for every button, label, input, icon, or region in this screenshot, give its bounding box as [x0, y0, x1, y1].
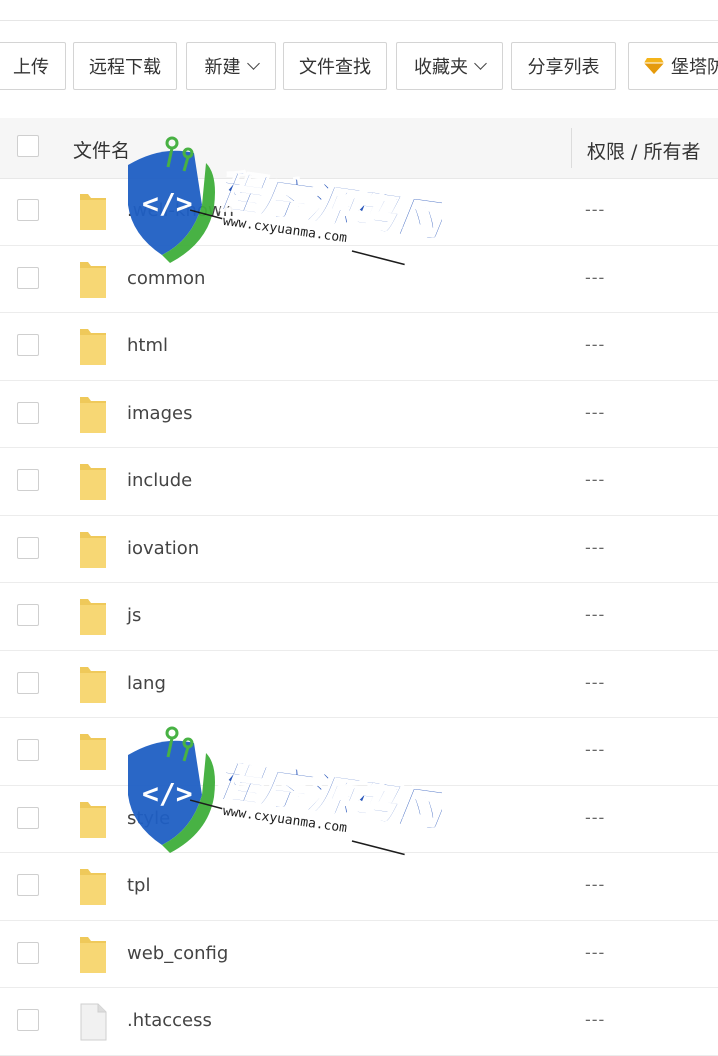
- chevron-down-icon: [474, 56, 487, 70]
- row-checkbox[interactable]: [17, 536, 39, 559]
- file-row[interactable]: html ---: [0, 313, 718, 381]
- file-permission: ---: [585, 672, 606, 692]
- file-permission: ---: [585, 875, 606, 894]
- svg-text:</>: </>: [142, 187, 193, 220]
- upload-label: 上传: [13, 57, 49, 78]
- file-permission: ---: [585, 402, 606, 422]
- row-checkbox[interactable]: [17, 874, 39, 896]
- baota-button[interactable]: 堡塔防: [628, 42, 718, 90]
- file-name[interactable]: html: [127, 335, 168, 356]
- file-name[interactable]: iovation: [127, 538, 199, 559]
- row-checkbox[interactable]: [17, 1009, 39, 1031]
- file-permission: ---: [585, 537, 606, 557]
- file-search-button[interactable]: 文件查找: [283, 42, 387, 90]
- upload-button[interactable]: 上传: [0, 42, 66, 90]
- file-permission: ---: [585, 267, 606, 287]
- file-search-label: 文件查找: [299, 57, 371, 78]
- file-row[interactable]: lang ---: [0, 651, 718, 718]
- file-list: .well-known---common---html---images---i…: [0, 178, 718, 1056]
- top-bar: [0, 0, 718, 21]
- row-checkbox[interactable]: [17, 334, 39, 356]
- row-checkbox[interactable]: [17, 671, 39, 694]
- file-name[interactable]: web_config: [127, 943, 228, 964]
- file-row[interactable]: iovation ---: [0, 516, 718, 583]
- row-checkbox[interactable]: [17, 806, 39, 829]
- file-permission: ---: [585, 942, 606, 962]
- row-checkbox[interactable]: [17, 941, 39, 964]
- folder-icon: [78, 395, 108, 435]
- remote-download-button[interactable]: 远程下载: [73, 42, 177, 90]
- file-name[interactable]: include: [127, 470, 192, 491]
- row-checkbox[interactable]: [17, 199, 39, 221]
- folder-icon: [78, 192, 108, 232]
- folder-icon: [78, 867, 108, 907]
- row-checkbox[interactable]: [17, 401, 39, 424]
- file-row[interactable]: web_config ---: [0, 921, 718, 988]
- new-button[interactable]: 新建: [186, 42, 276, 90]
- row-checkbox[interactable]: [17, 739, 39, 761]
- file-name[interactable]: images: [127, 403, 192, 424]
- file-row[interactable]: tpl ---: [0, 853, 718, 921]
- file-permission: ---: [585, 1010, 606, 1029]
- watermark-logo: </> 程序源码网 www.cxyuanma.com: [128, 136, 442, 266]
- share-list-button[interactable]: 分享列表: [511, 42, 616, 90]
- folder-icon: [78, 327, 108, 367]
- select-all-checkbox[interactable]: [17, 135, 39, 157]
- file-permission: ---: [585, 740, 606, 759]
- watermark-logo: </> 程序源码网 www.cxyuanma.com: [128, 726, 442, 856]
- folder-icon: [78, 665, 108, 705]
- file-row[interactable]: images ---: [0, 381, 718, 448]
- favorites-button[interactable]: 收藏夹: [396, 42, 503, 90]
- favorites-label: 收藏夹: [414, 57, 468, 78]
- row-checkbox[interactable]: [17, 469, 39, 491]
- row-checkbox[interactable]: [17, 266, 39, 289]
- folder-icon: [78, 935, 108, 975]
- folder-icon: [78, 260, 108, 300]
- remote-download-label: 远程下载: [89, 57, 161, 78]
- new-label: 新建: [204, 57, 241, 78]
- row-checkbox[interactable]: [17, 604, 39, 626]
- chevron-down-icon: [246, 56, 260, 70]
- share-list-label: 分享列表: [527, 57, 600, 78]
- svg-text:</>: </>: [142, 777, 193, 810]
- file-row[interactable]: .htaccess ---: [0, 988, 718, 1056]
- file-permission: ---: [585, 605, 606, 624]
- folder-icon: [78, 462, 108, 502]
- file-permission: ---: [585, 335, 606, 354]
- file-permission: ---: [585, 807, 606, 827]
- file-name[interactable]: js: [127, 605, 141, 626]
- file-name[interactable]: tpl: [127, 875, 150, 896]
- folder-icon: [78, 530, 108, 570]
- file-row[interactable]: include ---: [0, 448, 718, 516]
- file-permission: ---: [585, 470, 606, 489]
- column-divider: [571, 128, 572, 168]
- file-permission: ---: [585, 200, 606, 219]
- file-row[interactable]: js ---: [0, 583, 718, 651]
- column-header-permission[interactable]: 权限 / 所有者: [587, 137, 700, 164]
- file-name[interactable]: lang: [127, 673, 166, 694]
- folder-icon: [78, 800, 108, 840]
- baota-label: 堡塔防: [671, 57, 718, 78]
- file-name[interactable]: .htaccess: [127, 1010, 212, 1031]
- file-name[interactable]: common: [127, 268, 205, 289]
- file-icon: [78, 1002, 108, 1042]
- diamond-icon: [644, 58, 664, 74]
- file-toolbar: 上传 远程下载 新建 文件查找 收藏夹 分享列表 堡塔防: [0, 42, 718, 94]
- folder-icon: [78, 597, 108, 637]
- folder-icon: [78, 732, 108, 772]
